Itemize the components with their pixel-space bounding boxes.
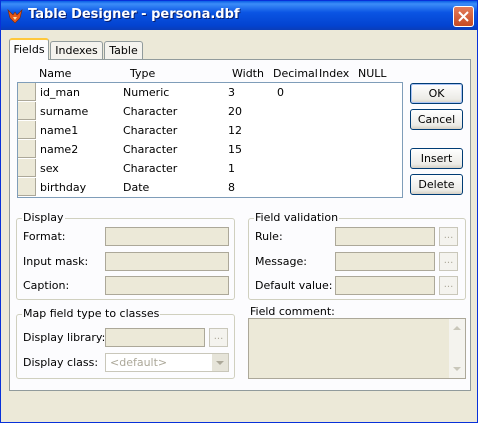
display-library-label: Display library: <box>23 331 106 344</box>
input-mask-field <box>105 252 229 271</box>
cancel-button[interactable]: Cancel <box>410 109 463 130</box>
delete-button[interactable]: Delete <box>410 174 463 195</box>
rule-builder-button: ... <box>439 227 458 246</box>
table-row[interactable]: name2 Character 15 <box>18 140 386 159</box>
field-width-cell[interactable]: 20 <box>228 105 242 118</box>
message-field <box>335 252 435 271</box>
dropdown-arrow-icon <box>216 361 224 365</box>
table-row[interactable]: birthday Date 8 <box>18 178 386 197</box>
display-class-value: <default> <box>110 356 168 369</box>
field-name-cell[interactable]: name1 <box>40 124 78 137</box>
ok-button[interactable]: OK <box>410 83 463 104</box>
row-selector[interactable] <box>18 140 36 158</box>
field-type-cell[interactable]: Character <box>123 162 177 175</box>
close-icon <box>458 11 469 22</box>
tab-table[interactable]: Table <box>104 41 143 60</box>
display-class-label: Display class: <box>23 356 99 369</box>
fox-app-icon <box>7 9 23 24</box>
display-library-browse-button: ... <box>209 328 228 347</box>
field-type-cell[interactable]: Character <box>123 124 177 137</box>
row-selector[interactable] <box>18 83 36 101</box>
field-comment-box <box>248 318 466 379</box>
tab-table-label: Table <box>109 44 138 57</box>
scroll-thumb[interactable] <box>402 100 403 114</box>
field-name-cell[interactable]: birthday <box>40 181 86 194</box>
table-designer-window: Table Designer - persona.dbf Fields Inde… <box>0 0 478 423</box>
field-name-cell[interactable]: name2 <box>40 143 78 156</box>
field-width-cell[interactable]: 3 <box>228 86 235 99</box>
format-label: Format: <box>23 230 66 243</box>
column-header-type: Type <box>130 67 156 80</box>
row-selector[interactable] <box>18 121 36 139</box>
table-row[interactable]: surname Character 20 <box>18 102 386 121</box>
fields-grid[interactable]: id_man Numeric 3 0 surname Character 20 … <box>17 82 403 198</box>
field-width-cell[interactable]: 1 <box>228 162 235 175</box>
grid-vertical-scrollbar[interactable] <box>402 83 403 197</box>
tab-fields-label: Fields <box>13 43 45 56</box>
row-selector[interactable] <box>18 178 36 196</box>
table-row[interactable]: id_man Numeric 3 0 <box>18 83 386 102</box>
title-bar[interactable]: Table Designer - persona.dbf <box>1 1 477 30</box>
table-row[interactable]: name1 Character 12 <box>18 121 386 140</box>
message-builder-button: ... <box>439 252 458 271</box>
input-mask-label: Input mask: <box>23 255 89 268</box>
column-header-name: Name <box>39 67 72 80</box>
scroll-down-icon <box>453 367 461 371</box>
field-type-cell[interactable]: Numeric <box>123 86 169 99</box>
field-name-cell[interactable]: id_man <box>40 86 80 99</box>
default-value-label: Default value: <box>255 279 333 292</box>
column-header-index: Index <box>319 67 350 80</box>
message-label: Message: <box>255 255 307 268</box>
column-header-decimal: Decimal <box>273 67 318 80</box>
default-value-field <box>335 276 435 295</box>
field-width-cell[interactable]: 15 <box>228 143 242 156</box>
scroll-up-icon <box>453 326 461 330</box>
display-class-dropdown: <default> <box>105 353 229 372</box>
tab-fields[interactable]: Fields <box>9 38 49 60</box>
tab-indexes-label: Indexes <box>55 44 98 57</box>
field-width-cell[interactable]: 12 <box>228 124 242 137</box>
field-type-cell[interactable]: Character <box>123 143 177 156</box>
column-header-width: Width <box>232 67 264 80</box>
field-type-cell[interactable]: Character <box>123 105 177 118</box>
tab-indexes[interactable]: Indexes <box>50 41 103 60</box>
display-class-dropdown-button <box>212 354 228 371</box>
field-comment-label: Field comment: <box>250 305 335 318</box>
display-group-title: Display <box>22 211 65 224</box>
field-validation-title: Field validation <box>254 211 340 224</box>
window-title: Table Designer - persona.dbf <box>28 7 240 22</box>
default-value-builder-button: ... <box>439 276 458 295</box>
field-type-cell[interactable]: Date <box>123 181 149 194</box>
insert-button[interactable]: Insert <box>410 148 463 169</box>
field-width-cell[interactable]: 8 <box>228 181 235 194</box>
scroll-up-button[interactable] <box>402 83 403 100</box>
field-name-cell[interactable]: surname <box>40 105 88 118</box>
comment-scrollbar <box>449 319 465 378</box>
caption-field <box>105 276 229 295</box>
caption-label: Caption: <box>23 279 70 292</box>
display-library-field <box>105 328 205 347</box>
row-selector[interactable] <box>18 159 36 177</box>
field-decimal-cell[interactable]: 0 <box>277 86 284 99</box>
rule-label: Rule: <box>255 230 283 243</box>
column-header-null: NULL <box>358 67 387 80</box>
map-field-type-title: Map field type to classes <box>22 307 161 320</box>
format-field <box>105 227 229 246</box>
row-selector[interactable] <box>18 102 36 120</box>
close-button[interactable] <box>453 6 474 27</box>
scroll-down-button[interactable] <box>402 180 403 197</box>
field-name-cell[interactable]: sex <box>40 162 59 175</box>
table-row[interactable]: sex Character 1 <box>18 159 386 178</box>
rule-field <box>335 227 435 246</box>
